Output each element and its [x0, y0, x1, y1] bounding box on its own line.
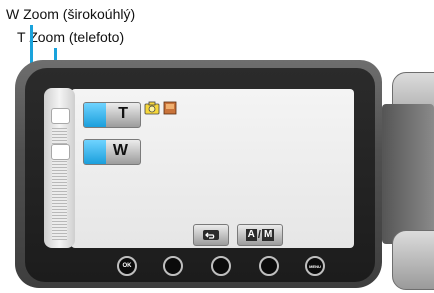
memory-card-icon	[163, 101, 177, 115]
zoom-slider[interactable]	[44, 88, 75, 248]
menu-button-label: MENU	[309, 263, 321, 269]
hinge-arm	[382, 104, 434, 244]
auto-manual-icon: A / M	[245, 229, 275, 241]
zoom-t-indicator	[51, 108, 70, 124]
return-icon	[203, 230, 219, 240]
w-zoom-button[interactable]: W	[83, 139, 141, 165]
t-button-label: T	[118, 105, 128, 122]
manual-label: M	[261, 229, 275, 241]
return-button[interactable]	[193, 224, 229, 246]
auto-manual-button[interactable]: A / M	[237, 224, 283, 246]
callout-w-zoom: W Zoom (širokoúhlý)	[6, 6, 136, 22]
camera-button-3[interactable]	[211, 256, 231, 276]
menu-button[interactable]: MENU	[305, 256, 325, 276]
t-button-accent	[84, 103, 106, 127]
mode-separator: /	[257, 229, 261, 241]
ok-button-label: OK	[122, 263, 132, 269]
w-button-label: W	[112, 142, 128, 159]
auto-label: A	[245, 229, 257, 241]
lcd-screen: T W A / M	[71, 89, 354, 248]
camera-icon	[144, 101, 160, 115]
t-zoom-button[interactable]: T	[83, 102, 141, 128]
camera-button-2[interactable]	[163, 256, 183, 276]
callout-t-zoom: T Zoom (telefoto)	[17, 29, 125, 45]
camera-button-4[interactable]	[259, 256, 279, 276]
zoom-w-indicator	[51, 144, 70, 160]
hinge-knob-bottom	[392, 230, 434, 290]
w-button-accent	[84, 140, 106, 164]
ok-button[interactable]: OK	[117, 256, 137, 276]
